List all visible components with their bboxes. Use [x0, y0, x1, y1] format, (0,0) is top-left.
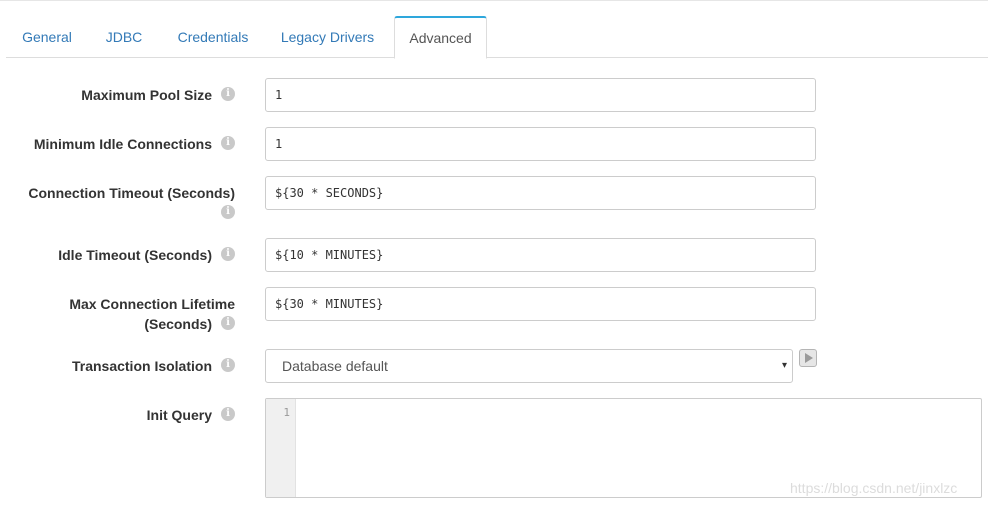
top-divider [0, 0, 988, 1]
chevron-down-icon: ▾ [781, 360, 787, 371]
info-icon[interactable]: i [221, 407, 235, 421]
line-number: 1 [283, 406, 290, 419]
info-icon[interactable]: i [221, 358, 235, 372]
init-query-label: Init Query [146, 407, 212, 423]
connection-timeout-input[interactable]: ${30 * SECONDS} [265, 176, 816, 210]
tab-advanced[interactable]: Advanced [394, 16, 487, 59]
idle-timeout-input[interactable]: ${10 * MINUTES} [265, 238, 816, 272]
play-icon[interactable] [799, 349, 817, 367]
info-icon[interactable]: i [221, 247, 235, 261]
watermark: https://blog.csdn.net/jinxlzc [790, 480, 958, 496]
min-idle-label: Minimum Idle Connections [33, 136, 212, 152]
max-lifetime-input[interactable]: ${30 * MINUTES} [265, 287, 816, 321]
idle-timeout-label: Idle Timeout (Seconds) [58, 247, 212, 263]
transaction-isolation-value: Database default [282, 358, 388, 374]
editor-gutter: 1 [266, 399, 296, 497]
info-icon[interactable]: i [221, 87, 235, 101]
tab-legacy-drivers[interactable]: Legacy Drivers [272, 16, 383, 58]
tab-general[interactable]: General [10, 16, 84, 58]
max-lifetime-label-line1: Max Connection Lifetime [69, 296, 235, 312]
transaction-isolation-select[interactable]: Database default ▾ [265, 349, 793, 383]
connection-timeout-label: Connection Timeout (Seconds) [28, 185, 235, 201]
info-icon[interactable]: i [221, 205, 235, 219]
tab-jdbc[interactable]: JDBC [94, 16, 154, 58]
tab-credentials[interactable]: Credentials [166, 16, 260, 58]
info-icon[interactable]: i [221, 136, 235, 150]
tab-bar: General JDBC Credentials Legacy Drivers … [6, 16, 988, 59]
transaction-isolation-label: Transaction Isolation [71, 358, 212, 374]
max-pool-size-label: Maximum Pool Size [81, 87, 212, 103]
max-lifetime-label-line2: (Seconds) [144, 316, 212, 332]
info-icon[interactable]: i [221, 316, 235, 330]
max-pool-size-input[interactable]: 1 [265, 78, 816, 112]
min-idle-input[interactable]: 1 [265, 127, 816, 161]
